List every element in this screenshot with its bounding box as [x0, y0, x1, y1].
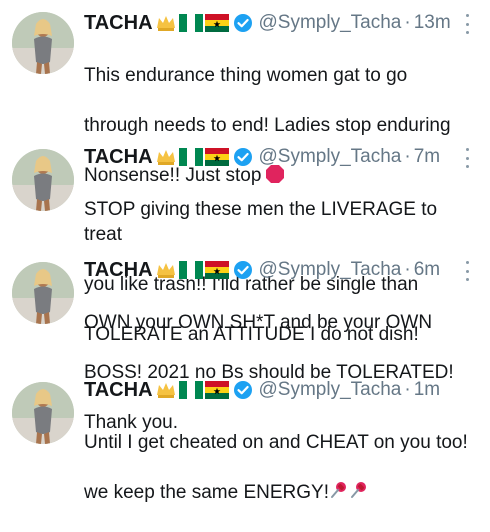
tweet-text-line: OWN your OWN SH*T and be your OWN	[84, 312, 433, 333]
crown-icon	[155, 13, 177, 33]
crown-icon	[155, 147, 177, 167]
nigeria-flag-icon	[178, 148, 203, 166]
tweet-text-line: This endurance thing women gat to go	[84, 65, 408, 86]
more-options-icon[interactable]	[466, 14, 472, 34]
separator-dot: ·	[404, 12, 411, 33]
nigeria-flag-icon	[178, 261, 203, 279]
tweet-text-line: through needs to end! Ladies stop enduri…	[84, 115, 451, 136]
username-handle[interactable]: @Symply_Tacha	[259, 379, 402, 401]
avatar[interactable]	[12, 262, 74, 324]
display-name[interactable]: TACHA	[84, 146, 153, 169]
crown-icon	[155, 380, 177, 400]
display-name[interactable]: TACHA	[84, 12, 153, 35]
avatar[interactable]	[12, 149, 74, 211]
tweet-text-line-last: we keep the same ENERGY!	[84, 480, 480, 507]
tweet-header: TACHA @Symply_Tacha · 6m	[84, 257, 440, 283]
display-name[interactable]: TACHA	[84, 259, 153, 282]
pushpin-icon	[349, 480, 369, 507]
pushpin-icon	[329, 480, 349, 507]
avatar[interactable]	[12, 12, 74, 74]
verified-badge-icon	[233, 260, 253, 280]
timestamp[interactable]: 7m	[414, 146, 440, 168]
avatar[interactable]	[12, 382, 74, 444]
nigeria-flag-icon	[178, 381, 203, 399]
timestamp[interactable]: 6m	[414, 259, 440, 281]
verified-badge-icon	[233, 13, 253, 33]
tweet-text-line: Until I get cheated on and CHEAT on you …	[84, 432, 468, 453]
verified-badge-icon	[233, 380, 253, 400]
tweet-header: TACHA @Symply_Tacha · 7m	[84, 144, 440, 170]
separator-dot: ·	[404, 146, 411, 167]
separator-dot: ·	[404, 259, 411, 280]
crown-icon	[155, 260, 177, 280]
tweet-text: Until I get cheated on and CHEAT on you …	[84, 405, 480, 532]
username-handle[interactable]: @Symply_Tacha	[259, 146, 402, 168]
separator-dot: ·	[404, 379, 411, 400]
ghana-flag-icon	[204, 261, 229, 279]
more-options-icon[interactable]	[466, 148, 472, 168]
nigeria-flag-icon	[178, 14, 203, 32]
username-handle[interactable]: @Symply_Tacha	[259, 12, 402, 34]
timestamp[interactable]: 1m	[414, 379, 440, 401]
tweet-header: TACHA @Symply_Tacha · 1m	[84, 377, 440, 403]
tweet-text-line: STOP giving these men the LIVERAGE to tr…	[84, 199, 438, 245]
ghana-flag-icon	[204, 14, 229, 32]
tweet-header: TACHA @Symply_Tacha · 13m	[84, 10, 451, 36]
verified-badge-icon	[233, 147, 253, 167]
ghana-flag-icon	[204, 148, 229, 166]
ghana-flag-icon	[204, 381, 229, 399]
tweet-text-line: we keep the same ENERGY!	[84, 482, 329, 503]
more-options-icon[interactable]	[466, 261, 472, 281]
display-name[interactable]: TACHA	[84, 379, 153, 402]
timestamp[interactable]: 13m	[414, 12, 451, 34]
username-handle[interactable]: @Symply_Tacha	[259, 259, 402, 281]
